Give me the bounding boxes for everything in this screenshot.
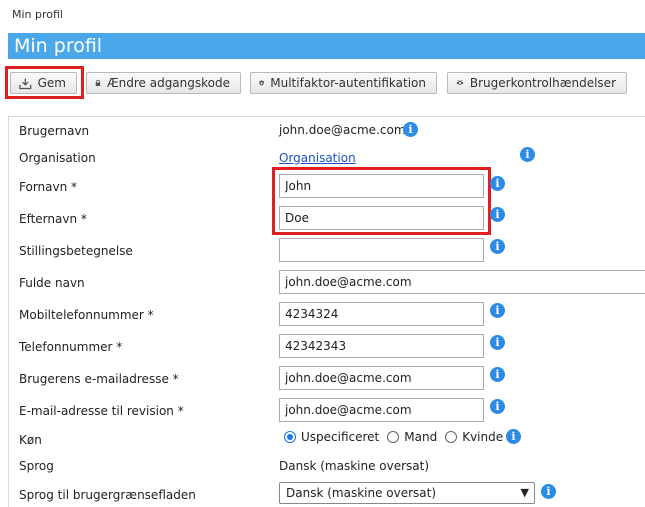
gender-radio-male[interactable] [387,431,400,443]
phone-input[interactable] [279,334,484,358]
username-label: Brugernavn [19,124,90,138]
gender-radio-unspecified[interactable] [284,431,296,443]
ui-language-select[interactable]: Dansk (maskine oversat) ▼ [279,482,535,504]
save-button[interactable]: Gem [10,72,77,94]
lastname-label: Efternavn * [19,212,87,226]
organisation-link[interactable]: Organisation [279,151,356,165]
lastname-input[interactable] [279,206,484,230]
lock-icon [95,79,101,86]
change-password-button[interactable]: Ændre adgangskode [86,72,241,94]
change-password-label: Ændre adgangskode [106,76,230,90]
info-icon[interactable]: i [490,176,505,191]
info-icon[interactable]: i [403,122,418,137]
info-icon[interactable]: i [541,484,556,499]
audit-events-label: Brugerkontrolhændelser [469,76,616,90]
eye-icon [456,80,464,85]
gender-option-label: Uspecificeret [301,430,380,444]
phone-label: Telefonnummer * [19,340,123,354]
language-label: Sprog [19,459,54,473]
info-icon[interactable]: i [490,335,505,350]
organisation-label: Organisation [19,151,96,165]
info-icon[interactable]: i [506,429,521,444]
username-value: john.doe@acme.com [279,123,406,137]
mfa-button[interactable]: Multifaktor-autentifikation [250,72,437,94]
gender-radio-group: Uspecificeret Mand Kvinde [284,430,503,444]
language-value: Dansk (maskine oversat) [279,459,430,473]
info-icon[interactable]: i [490,303,505,318]
mobile-label: Mobiltelefonnummer * [19,308,154,322]
ui-language-label: Sprog til brugergrænsefladen [19,488,196,502]
fullname-label: Fulde navn [19,276,85,290]
info-icon[interactable]: i [490,367,505,382]
breadcrumb: Min profil [12,8,63,21]
email-input[interactable] [279,366,484,390]
download-icon [19,78,32,89]
chevron-down-icon: ▼ [520,486,529,499]
gender-option-label: Kvinde [462,430,504,444]
ui-language-selected: Dansk (maskine oversat) [286,486,437,500]
gender-label: Køn [19,433,42,447]
jobtitle-input[interactable] [279,238,484,262]
info-icon[interactable]: i [490,239,505,254]
gender-radio-female[interactable] [445,431,458,443]
firstname-label: Fornavn * [19,180,78,194]
shield-lock-icon [259,80,264,86]
firstname-input[interactable] [279,174,484,198]
audit-events-button[interactable]: Brugerkontrolhændelser [447,72,627,94]
gender-option-label: Mand [404,430,438,444]
info-icon[interactable]: i [520,147,535,162]
info-icon[interactable]: i [490,207,505,222]
audit-email-input[interactable] [279,398,484,422]
page-title: Min profil [8,33,645,59]
mobile-input[interactable] [279,302,484,326]
audit-email-label: E-mail-adresse til revision * [19,404,184,418]
mfa-label: Multifaktor-autentifikation [270,76,426,90]
info-icon[interactable]: i [490,399,505,414]
email-label: Brugerens e-mailadresse * [19,372,179,386]
jobtitle-label: Stillingsbetegnelse [19,244,133,258]
save-button-label: Gem [37,76,66,90]
fullname-input[interactable] [279,270,645,294]
